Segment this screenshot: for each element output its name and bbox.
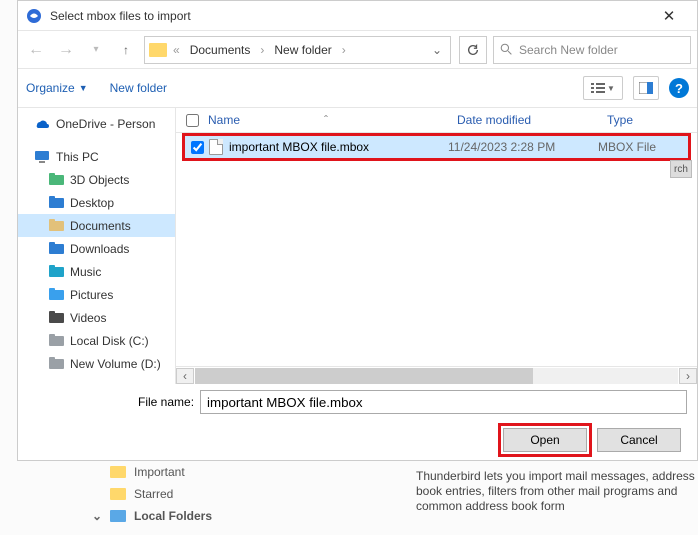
search-icon — [500, 43, 513, 56]
column-date[interactable]: Date modified — [457, 113, 607, 127]
tree-item[interactable]: Local Disk (C:) — [18, 329, 175, 352]
refresh-button[interactable] — [459, 36, 487, 64]
highlight-annotation — [182, 133, 691, 161]
navigation-tree: OneDrive - Person This PC 3D ObjectsDesk… — [18, 108, 176, 384]
cancel-button[interactable]: Cancel — [597, 428, 681, 452]
chevron-right-icon: › — [258, 43, 266, 57]
tree-item[interactable]: Documents — [18, 214, 175, 237]
thunderbird-icon — [26, 8, 42, 24]
search-input[interactable]: Search New folder — [493, 36, 691, 64]
tree-item[interactable]: Desktop — [18, 191, 175, 214]
rch-stub: rch — [670, 160, 692, 178]
folder-icon — [48, 172, 64, 188]
file-list: important MBOX file.mbox 11/24/2023 2:28… — [176, 133, 697, 366]
search-placeholder: Search New folder — [519, 43, 618, 57]
folder-icon — [149, 43, 167, 57]
tree-onedrive[interactable]: OneDrive - Person — [18, 112, 175, 135]
tree-item[interactable]: Videos — [18, 306, 175, 329]
folder-icon — [48, 195, 64, 211]
list-icon — [591, 82, 605, 94]
chevron-left-icon[interactable]: « — [171, 43, 182, 57]
bg-text: Thunderbird lets you import mail message… — [416, 469, 698, 514]
chevron-down-icon[interactable]: ⌄ — [92, 509, 102, 523]
chevron-right-icon: › — [340, 43, 348, 57]
folder-icon — [48, 287, 64, 303]
folder-icon — [48, 310, 64, 326]
file-dialog: Select mbox files to import ✕ ← → ▾ ↑ « … — [17, 0, 698, 461]
new-folder-button[interactable]: New folder — [110, 81, 167, 95]
bg-item[interactable]: Important — [134, 465, 185, 479]
tree-item[interactable]: New Volume (D:) — [18, 352, 175, 375]
preview-pane-toggle[interactable] — [633, 76, 659, 100]
filename-label: File name: — [138, 395, 194, 409]
tree-thispc[interactable]: This PC — [18, 145, 175, 168]
view-options[interactable]: ▼ — [583, 76, 623, 100]
column-name[interactable]: Nameˆ — [202, 113, 457, 127]
tree-item[interactable]: Pictures — [18, 283, 175, 306]
address-dropdown[interactable]: ⌄ — [428, 43, 446, 57]
tree-item[interactable]: Downloads — [18, 237, 175, 260]
onedrive-icon — [34, 116, 50, 132]
address-bar[interactable]: « Documents › New folder › ⌄ — [144, 36, 451, 64]
bg-item[interactable]: Starred — [134, 487, 173, 501]
scroll-right-icon[interactable]: › — [679, 368, 697, 384]
tree-item[interactable]: Music — [18, 260, 175, 283]
recent-dropdown[interactable]: ▾ — [84, 38, 108, 62]
breadcrumb[interactable]: Documents — [186, 41, 255, 59]
monitor-icon — [34, 149, 50, 165]
scroll-left-icon[interactable]: ‹ — [176, 368, 194, 384]
horizontal-scrollbar[interactable]: ‹ › — [176, 366, 697, 384]
folder-icon — [48, 218, 64, 234]
folder-icon — [48, 333, 64, 349]
bg-item[interactable]: Local Folders — [134, 509, 212, 523]
organize-menu[interactable]: Organize▼ — [26, 81, 88, 95]
back-button[interactable]: ← — [24, 38, 48, 62]
tree-item[interactable]: 3D Objects — [18, 168, 175, 191]
up-button[interactable]: ↑ — [114, 38, 138, 62]
folder-icon — [48, 241, 64, 257]
folder-icon — [48, 356, 64, 372]
sort-icon: ˆ — [324, 113, 328, 127]
open-button[interactable]: Open — [503, 428, 587, 452]
forward-button[interactable]: → — [54, 38, 78, 62]
folder-icon — [48, 264, 64, 280]
file-icon — [209, 139, 223, 155]
column-type[interactable]: Type — [607, 113, 697, 127]
close-button[interactable]: ✕ — [649, 2, 689, 30]
select-all-checkbox[interactable] — [186, 114, 199, 127]
preview-icon — [639, 82, 653, 94]
help-button[interactable]: ? — [669, 78, 689, 98]
dialog-title: Select mbox files to import — [50, 9, 649, 23]
filename-input[interactable] — [200, 390, 687, 414]
breadcrumb[interactable]: New folder — [270, 41, 335, 59]
